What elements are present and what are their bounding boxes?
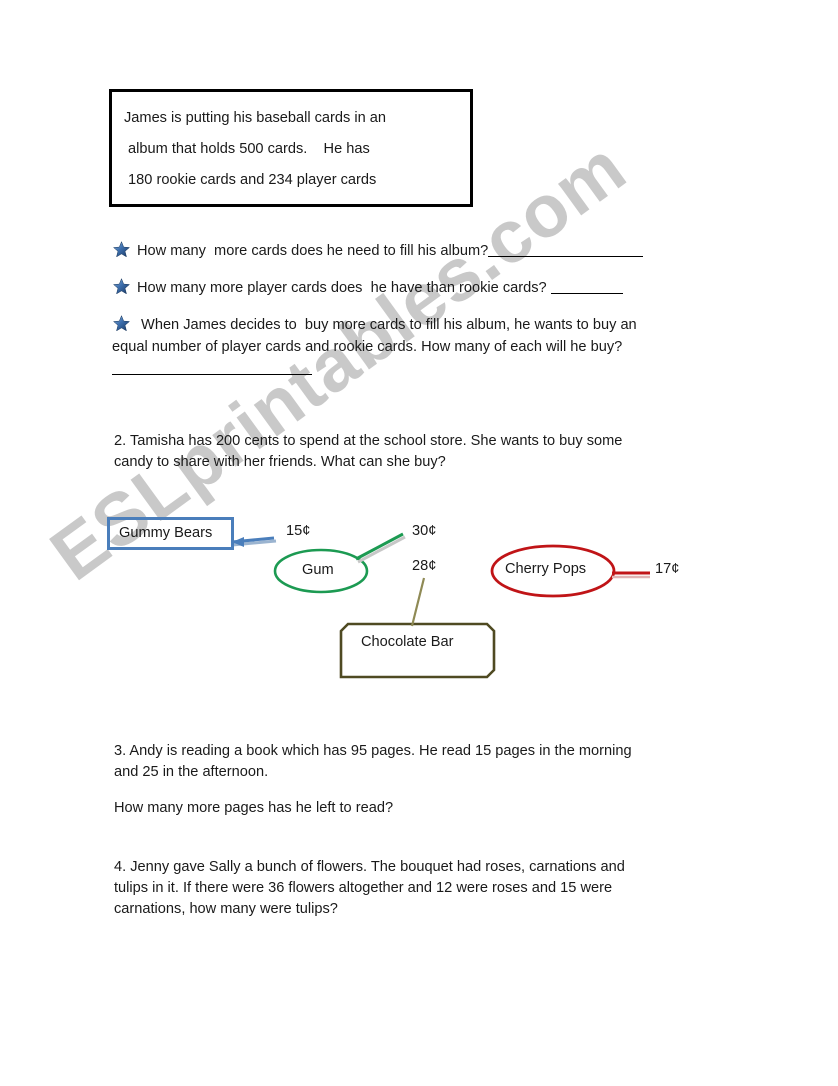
question-1c-text-line2: equal number of player cards and rookie … <box>112 339 623 355</box>
gum-label: Gum <box>302 562 334 578</box>
problem-3-followup: How many more pages has he left to read? <box>114 800 394 816</box>
question-1b: How many more player cards does he have … <box>112 278 623 298</box>
problem-3-text: 3. Andy is reading a book which has 95 p… <box>114 743 632 780</box>
problem-4-text: 4. Jenny gave Sally a bunch of flowers. … <box>114 859 625 917</box>
gummy-bears-price: 15¢ <box>286 523 311 539</box>
gum-connector <box>355 532 406 564</box>
star-icon <box>112 315 131 332</box>
star-icon <box>112 278 131 295</box>
chocolate-bar-price: 28¢ <box>412 558 437 574</box>
question-1c: When James decides to buy more cards to … <box>112 315 753 357</box>
gummy-bears-connector <box>231 536 277 547</box>
answer-blank-1a[interactable] <box>488 256 644 257</box>
question-1a: How many more cards does he need to fill… <box>112 241 644 261</box>
cherry-pops-connector <box>612 571 650 579</box>
gummy-bears-label: Gummy Bears <box>119 525 213 541</box>
question-1c-text-line1: When James decides to buy more cards to … <box>137 317 637 333</box>
story-line-1: James is putting his baseball cards in a… <box>124 110 387 126</box>
chocolate-bar-box <box>339 622 496 679</box>
story-line-2: album that holds 500 cards. He has <box>124 141 370 157</box>
chocolate-bar-label: Chocolate Bar <box>361 634 454 650</box>
answer-blank-1b[interactable] <box>550 293 623 294</box>
question-1a-text: How many more cards does he need to fill… <box>137 243 489 259</box>
cherry-pops-label: Cherry Pops <box>505 561 587 577</box>
story-problem-box: James is putting his baseball cards in a… <box>109 89 473 207</box>
gum-price: 30¢ <box>412 523 437 539</box>
question-1b-text: How many more player cards does he have … <box>137 280 551 296</box>
problem-2-text: 2. Tamisha has 200 cents to spend at the… <box>114 433 623 470</box>
cherry-pops-price: 17¢ <box>655 561 680 577</box>
worksheet-page: ESLprintables.com James is putting his b… <box>0 0 838 1086</box>
star-icon <box>112 241 131 258</box>
chocolate-bar-connector <box>410 577 426 627</box>
story-line-3: 180 rookie cards and 234 player cards <box>124 172 377 188</box>
answer-blank-1c[interactable] <box>112 374 312 375</box>
